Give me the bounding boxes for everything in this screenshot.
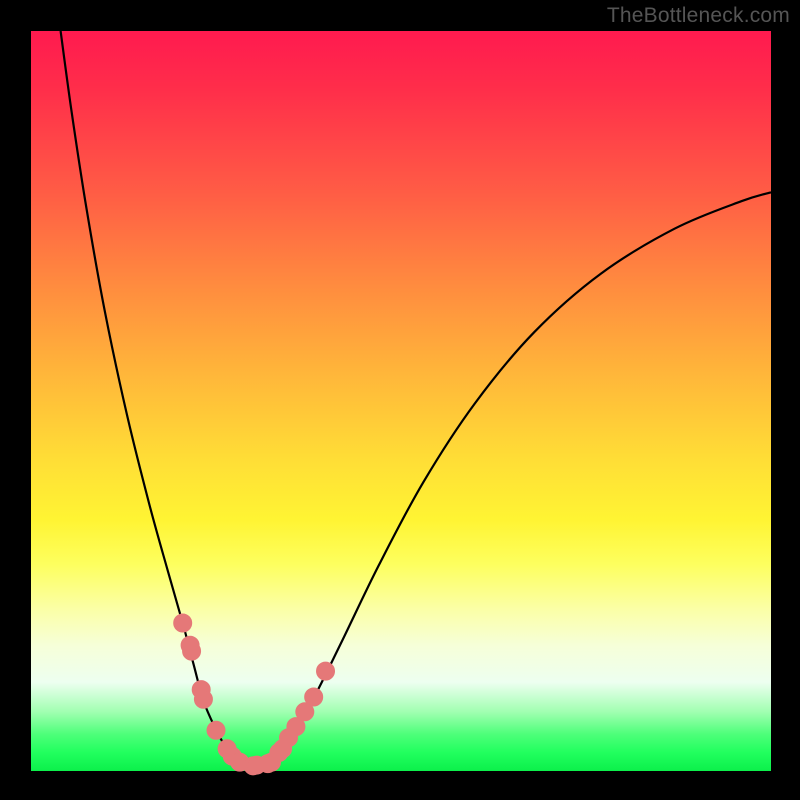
chart-stage: TheBottleneck.com xyxy=(0,0,800,800)
highlighted-point xyxy=(194,690,212,708)
highlighted-points-group xyxy=(174,614,335,775)
plot-overlay-svg xyxy=(31,31,771,771)
highlighted-point xyxy=(174,614,192,632)
watermark-label: TheBottleneck.com xyxy=(607,4,790,28)
bottleneck-curve xyxy=(61,31,771,767)
highlighted-point xyxy=(183,642,201,660)
highlighted-point xyxy=(207,721,225,739)
highlighted-point xyxy=(305,688,323,706)
highlighted-point xyxy=(317,662,335,680)
